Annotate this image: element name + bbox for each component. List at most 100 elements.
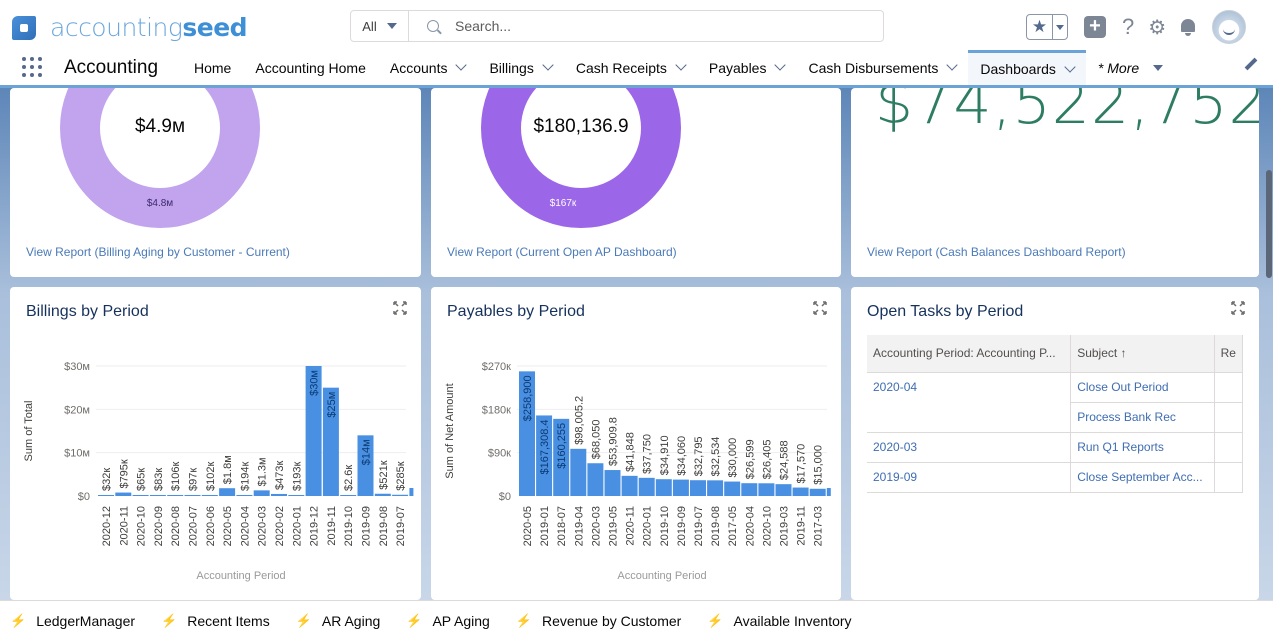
- nav-tab-cash-disbursements[interactable]: Cash Disbursements: [796, 50, 968, 85]
- nav-tab-dashboards[interactable]: Dashboards: [968, 50, 1086, 85]
- gear-icon[interactable]: ⚙: [1148, 15, 1166, 40]
- nav-tab-billings[interactable]: Billings: [477, 50, 563, 85]
- nav-tab-label: Payables: [708, 59, 767, 76]
- data-label: $37,750: [642, 434, 654, 474]
- data-label: $1.8м: [222, 455, 234, 484]
- x-tick-label: 2019-11: [796, 506, 808, 546]
- column-header-subject[interactable]: Subject ↑: [1070, 335, 1215, 373]
- period-link[interactable]: 2020-03: [867, 432, 1072, 463]
- chevron-down-icon[interactable]: [675, 59, 687, 71]
- nav-items: Home Accounting Home Accounts Billings Cash …: [182, 50, 1175, 85]
- chevron-down-icon[interactable]: [946, 59, 959, 71]
- bar: [672, 479, 689, 496]
- utility-item-ar-aging[interactable]: ⚡ AR Aging: [296, 613, 381, 629]
- nav-tab-payables[interactable]: Payables: [697, 50, 797, 85]
- data-label: $1.3м: [257, 457, 269, 486]
- favorites-button[interactable]: ★: [1026, 14, 1068, 40]
- x-tick-label: 2020-05: [222, 506, 234, 546]
- period-link[interactable]: 2020-04: [867, 372, 1072, 402]
- data-label: $97к: [188, 468, 200, 491]
- bar: [236, 495, 253, 496]
- column-header-period[interactable]: Accounting Period: Accounting P...: [867, 335, 1072, 373]
- utility-item-label: AP Aging: [432, 612, 490, 629]
- view-report-link[interactable]: View Report (Current Open AP Dashboard): [447, 245, 677, 259]
- x-tick-label: 2019-10: [659, 506, 671, 546]
- x-tick-label: 2019-04: [573, 506, 585, 546]
- bar: [741, 483, 758, 496]
- logo-mark-icon: [12, 15, 36, 40]
- view-report-link[interactable]: View Report (Cash Balances Dashboard Rep…: [867, 245, 1126, 259]
- page-scrollbar[interactable]: [1266, 170, 1272, 278]
- x-tick-label: 2020-11: [118, 506, 130, 546]
- table-cell: [1214, 402, 1244, 433]
- subject-link[interactable]: Close September Acc...: [1070, 462, 1215, 493]
- bar: [655, 479, 672, 496]
- nav-tab-accounting-home[interactable]: Accounting Home: [243, 50, 378, 85]
- nav-tab-home[interactable]: Home: [182, 50, 243, 85]
- donut-center-value: $4.9м: [134, 116, 186, 137]
- chevron-down-icon[interactable]: [455, 59, 468, 71]
- subject-link[interactable]: Process Bank Rec: [1070, 402, 1215, 433]
- y-tick-label: $30м: [64, 361, 90, 373]
- search-input[interactable]: [455, 18, 855, 34]
- star-icon[interactable]: ★: [1027, 15, 1053, 39]
- bar: [724, 481, 741, 496]
- utility-item-ledgermanager[interactable]: ⚡ LedgerManager: [10, 613, 135, 629]
- bar: [184, 495, 201, 496]
- x-tick-label: 2019-08: [378, 506, 390, 546]
- edit-nav-pencil-icon[interactable]: [1244, 57, 1258, 71]
- app-launcher-grid-icon[interactable]: [22, 57, 42, 77]
- favorites-dropdown[interactable]: [1053, 15, 1067, 39]
- utility-item-ap-aging[interactable]: ⚡ AP Aging: [406, 613, 490, 629]
- subject-link[interactable]: Close Out Period: [1070, 372, 1215, 403]
- x-tick-label: 2020-04: [744, 506, 756, 546]
- data-label: $473к: [274, 460, 286, 489]
- period-link[interactable]: 2019-09: [867, 462, 1072, 493]
- donut-segment-label: $4.8м: [146, 198, 174, 209]
- nav-tab-cash-receipts[interactable]: Cash Receipts: [564, 50, 697, 85]
- data-label: $17,570: [796, 444, 808, 484]
- bell-icon[interactable]: [1178, 16, 1198, 38]
- help-icon[interactable]: ?: [1122, 14, 1134, 40]
- column-header-re[interactable]: Re: [1214, 335, 1244, 373]
- card-open-tasks: Open Tasks by Period Accounting Period: …: [851, 287, 1259, 600]
- utility-item-recent-items[interactable]: ⚡ Recent Items: [161, 613, 270, 629]
- table-row: 2020-04 Close Out Period: [867, 372, 1244, 403]
- card-title: Open Tasks by Period: [867, 303, 1024, 320]
- donut-ring: [481, 88, 681, 228]
- nav-tab-accounts[interactable]: Accounts: [378, 50, 478, 85]
- search-scope-select[interactable]: All: [351, 11, 409, 41]
- data-label: $106к: [170, 462, 182, 491]
- x-tick-label: 2019-09: [361, 506, 373, 546]
- y-tick-label: $270к: [482, 361, 511, 373]
- bar: [604, 470, 621, 496]
- chevron-down-icon[interactable]: [774, 59, 787, 71]
- nav-tab-label: Cash Receipts: [575, 59, 667, 76]
- donut-segment-label: $167к: [549, 198, 577, 209]
- nav-tab-label: Accounting Home: [255, 59, 366, 76]
- x-tick-label: 2018-07: [556, 506, 568, 546]
- lightning-bolt-icon: ⚡: [295, 612, 312, 628]
- utility-item-revenue-by-customer[interactable]: ⚡ Revenue by Customer: [516, 613, 681, 629]
- y-tick-label: $20м: [64, 404, 90, 416]
- view-report-link[interactable]: View Report (Billing Aging by Customer -…: [26, 245, 290, 259]
- avatar[interactable]: [1212, 10, 1247, 44]
- expand-icon[interactable]: [1231, 301, 1245, 315]
- x-tick-label: 2017-05: [727, 506, 739, 546]
- period-link[interactable]: [867, 402, 1072, 433]
- nav-more-menu[interactable]: * More: [1086, 50, 1175, 85]
- global-actions-plus-icon[interactable]: +: [1084, 16, 1106, 38]
- data-label: $30м: [309, 370, 321, 396]
- utility-item-label: Available Inventory: [733, 612, 852, 629]
- cash-balance-value: $74,522,752.2: [875, 88, 1259, 138]
- accountingseed-logo[interactable]: accountingseed: [12, 13, 248, 42]
- y-axis-label: Sum of Net Amount: [444, 383, 456, 478]
- chevron-down-icon[interactable]: [542, 59, 554, 71]
- chevron-down-icon[interactable]: [1064, 60, 1076, 73]
- bar: [219, 488, 236, 496]
- subject-link[interactable]: Run Q1 Reports: [1070, 432, 1215, 463]
- open-tasks-table: Accounting Period: Accounting P... Subje…: [867, 335, 1244, 493]
- app-name: Accounting: [64, 57, 159, 78]
- x-tick-label: 2019-11: [326, 506, 338, 546]
- utility-item-available-inventory[interactable]: ⚡ Available Inventory: [707, 613, 851, 629]
